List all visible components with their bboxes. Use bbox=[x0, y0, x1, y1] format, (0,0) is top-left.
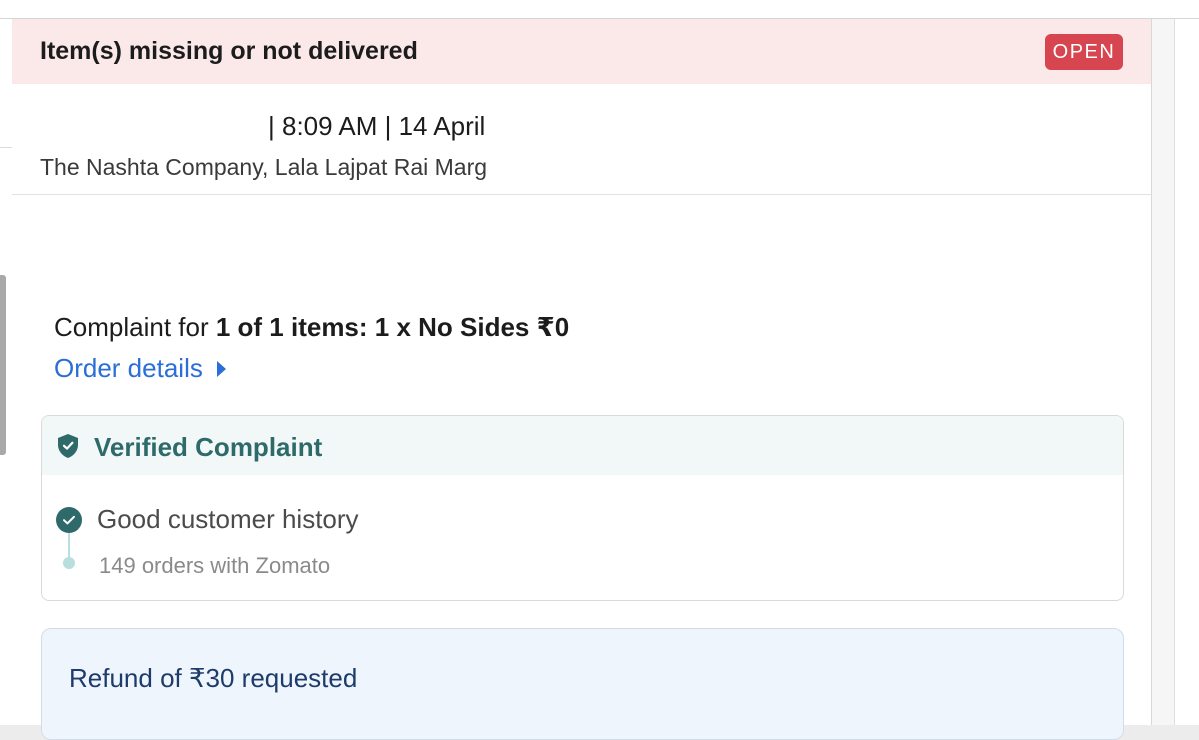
complaint-summary: Complaint for 1 of 1 items: 1 x No Sides… bbox=[54, 312, 569, 343]
restaurant-address: The Nashta Company, Lala Lajpat Rai Marg bbox=[40, 154, 488, 180]
customer-order-count: 149 orders with Zomato bbox=[99, 553, 331, 578]
timeline-connector bbox=[68, 533, 70, 560]
left-panel-divider bbox=[0, 147, 12, 148]
right-panel-edge bbox=[1152, 19, 1175, 725]
verified-complaint-panel: Verified Complaint Good customer history… bbox=[41, 415, 1124, 601]
complaint-summary-prefix: Complaint for bbox=[54, 312, 216, 342]
order-details-label: Order details bbox=[54, 353, 203, 383]
verified-complaint-title: Verified Complaint bbox=[94, 432, 323, 462]
complaint-summary-items: 1 of 1 items: 1 x No Sides ₹0 bbox=[215, 312, 570, 342]
refund-request-panel: Refund of ₹30 requested bbox=[41, 628, 1124, 740]
order-details-link[interactable]: Order details bbox=[54, 353, 226, 384]
complaint-card: Item(s) missing or not delivered OPEN | … bbox=[12, 19, 1152, 740]
customer-history-title: Good customer history bbox=[97, 504, 359, 534]
timeline-dot bbox=[63, 557, 75, 569]
complaint-title: Item(s) missing or not delivered bbox=[40, 37, 418, 65]
complaint-header: Item(s) missing or not delivered OPEN bbox=[12, 19, 1151, 84]
status-badge: OPEN bbox=[1045, 34, 1123, 70]
caret-right-icon bbox=[216, 360, 226, 377]
shield-check-icon bbox=[58, 434, 78, 458]
verified-complaint-header: Verified Complaint bbox=[42, 416, 1123, 475]
refund-request-text: Refund of ₹30 requested bbox=[69, 663, 358, 693]
far-right-area bbox=[1175, 19, 1199, 725]
check-circle-icon bbox=[56, 507, 82, 533]
window-top-bar bbox=[0, 0, 1199, 19]
section-divider bbox=[12, 194, 1151, 195]
order-time-date: | 8:09 AM | 14 April bbox=[268, 111, 486, 141]
left-scrollbar[interactable] bbox=[0, 275, 6, 455]
